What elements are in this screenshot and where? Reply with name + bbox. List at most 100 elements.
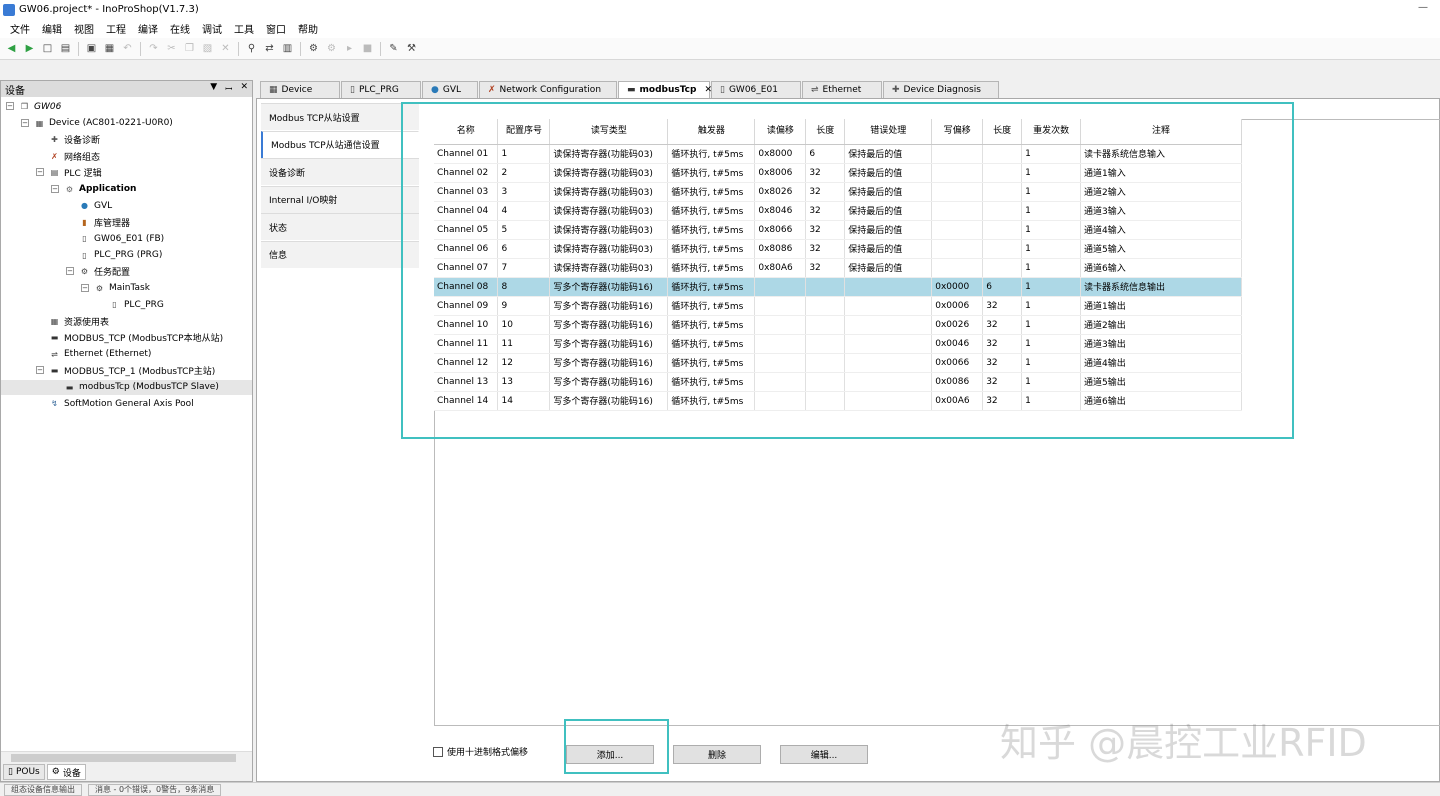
editor-tab[interactable]: ▯ PLC_PRG [341,81,421,98]
menu-item[interactable]: 工程 [100,21,132,36]
tree-item[interactable]: ⚙ MainTask [94,281,150,296]
side-tab[interactable]: Modbus TCP从站设置 [261,103,419,130]
axis-icon: ↯ [51,399,58,408]
pou-icon: ▯ [82,234,87,243]
open-icon[interactable]: ▤ [58,41,73,56]
collapse-toggle-icon[interactable]: − [21,118,29,127]
collapse-toggle-icon[interactable]: − [51,184,59,193]
editor-tab[interactable]: ▦ Device [260,81,340,98]
add-button[interactable]: 添加... [566,745,654,764]
menu-item[interactable]: 编辑 [36,21,68,36]
run-icon[interactable]: ▸ [342,41,357,56]
tool-icon[interactable]: ⚒ [404,41,419,56]
paste-icon[interactable]: ▧ [200,41,215,56]
copy-icon[interactable]: ❐ [182,41,197,56]
panel-tab[interactable]: ▯ POUs [3,764,45,780]
tree-item-label: SoftMotion General Axis Pool [64,398,194,409]
status-left[interactable]: 组态设备信息输出 [4,783,82,796]
panel-tab[interactable]: ⚙ 设备 [46,764,86,780]
login-icon[interactable]: ⚙ [306,41,321,56]
pou-icon: ▯ [350,85,355,95]
tree-item[interactable]: ▬ modbusTcp (ModbusTCP Slave) [1,379,252,395]
tree-item[interactable]: ❒ GW06 [19,99,61,114]
editor-tab[interactable]: ● GVL [422,81,478,98]
settings-icon[interactable]: ✎ [386,41,401,56]
tree-item[interactable]: ▯ PLC_PRG (PRG) [79,248,162,263]
tree-item[interactable]: ▦ 资源使用表 [49,314,109,329]
delete-button[interactable]: 删除 [673,745,761,764]
menu-item[interactable]: 帮助 [292,21,324,36]
scrollbar-thumb[interactable] [11,754,236,762]
editor-tab[interactable]: ✗ Network Configuration [479,81,617,98]
collapse-toggle-icon[interactable]: − [36,366,44,374]
side-tab[interactable]: 设备诊断 [261,158,419,185]
editor-tab[interactable]: ▯ GW06_E01 [711,81,801,98]
collapse-toggle-icon[interactable]: − [66,267,74,275]
collapse-toggle-icon[interactable]: − [6,102,14,110]
menu-item[interactable]: 调试 [196,21,228,36]
editor-tab[interactable]: ▬ modbusTcp ✕ [618,81,712,98]
menu-item[interactable]: 在线 [164,21,196,36]
diagnose-icon: ✚ [51,135,58,144]
side-tab[interactable]: 信息 [261,240,419,268]
replace-icon[interactable]: ⇄ [262,41,277,56]
tree-item[interactable]: ↯ SoftMotion General Axis Pool [49,396,194,411]
horizontal-scrollbar[interactable] [1,751,252,763]
tree-item[interactable]: ⇌ Ethernet (Ethernet) [49,347,151,362]
back-icon[interactable]: ◀ [4,41,19,56]
tree-item[interactable]: ✗ 网络组态 [49,149,100,164]
tree-item[interactable]: ▦ Device (AC801-0221-U0R0) [34,116,173,131]
forward-icon[interactable]: ▶ [22,41,37,56]
tree-item-label: MODBUS_TCP_1 (ModbusTCP主站) [64,367,216,377]
redo-icon[interactable]: ↷ [146,41,161,56]
tree-item[interactable]: ▬ MODBUS_TCP (ModbusTCP本地从站) [49,330,223,345]
menu-item[interactable]: 文件 [4,21,36,36]
tree-item[interactable]: ⚙ Application [64,182,137,197]
tree-item-label: MODBUS_TCP (ModbusTCP本地从站) [64,334,224,344]
side-tab[interactable]: Modbus TCP从站通信设置 [261,130,419,158]
delete-icon[interactable]: ✕ [218,41,233,56]
decimal-offset-option[interactable]: 使用十进制格式偏移 [433,745,528,758]
tree-item[interactable]: ▯ GW06_E01 (FB) [79,231,164,246]
tree-item[interactable]: ▤ PLC 逻辑 [49,165,102,180]
dropdown-icon[interactable]: ▼ [210,82,217,95]
tree-item[interactable]: ▬ MODBUS_TCP_1 (ModbusTCP主站) [49,363,216,378]
decimal-offset-checkbox[interactable] [433,746,443,757]
tree-item[interactable]: ▯ PLC_PRG [109,297,164,312]
cut-icon[interactable]: ✂ [164,41,179,56]
status-messages[interactable]: 消息 - 0个错误，0警告，9条消息 [88,783,222,796]
table-icon: ▦ [50,316,59,326]
title-bar: GW06.project* - InoProShop(V1.7.3) — [0,0,1440,19]
device-panel: 设备 ▼ ꟷ ✕ ❒ GW06− ▦ Device (AC801-0221-U0R0)… [0,80,253,782]
tree-item-label: 设备诊断 [64,136,101,146]
menu-item[interactable]: 工具 [228,21,260,36]
collapse-toggle-icon[interactable]: − [36,168,44,176]
pin-icon[interactable]: ꟷ [225,82,232,95]
editor-tab[interactable]: ⇌ Ethernet [802,81,882,98]
side-tab[interactable]: Internal I/O映射 [261,185,419,213]
save-icon[interactable]: ▣ [84,41,99,56]
menu-item[interactable]: 视图 [68,21,100,36]
minimize-button[interactable]: — [1418,2,1428,13]
find-icon[interactable]: ⚲ [244,41,259,56]
tree-item[interactable]: ● GVL [79,198,112,213]
edit-button[interactable]: 编辑... [780,745,868,764]
menu-item[interactable]: 窗口 [260,21,292,36]
editor-tab[interactable]: ✚ Device Diagnosis [883,81,999,98]
new-icon[interactable]: □ [40,41,55,56]
print-icon[interactable]: ▦ [102,41,117,56]
close-icon[interactable]: ✕ [240,82,248,95]
logout-icon[interactable]: ⚙ [324,41,339,56]
collapse-toggle-icon[interactable]: − [81,283,89,292]
pou-icon: ▯ [8,767,13,777]
toolbar-separator [238,41,239,56]
stop-icon[interactable]: ■ [360,41,375,56]
undo-icon[interactable]: ↶ [120,41,135,56]
project-icon: ❒ [20,102,29,111]
tree-item[interactable]: ✚ 设备诊断 [49,132,100,147]
menu-item[interactable]: 编译 [132,21,164,36]
side-tab[interactable]: 状态 [261,213,419,240]
tree-item[interactable]: ⚙ 任务配置 [79,264,130,279]
tree-item[interactable]: ▮ 库管理器 [79,215,130,230]
build-icon[interactable]: ▥ [280,41,295,56]
